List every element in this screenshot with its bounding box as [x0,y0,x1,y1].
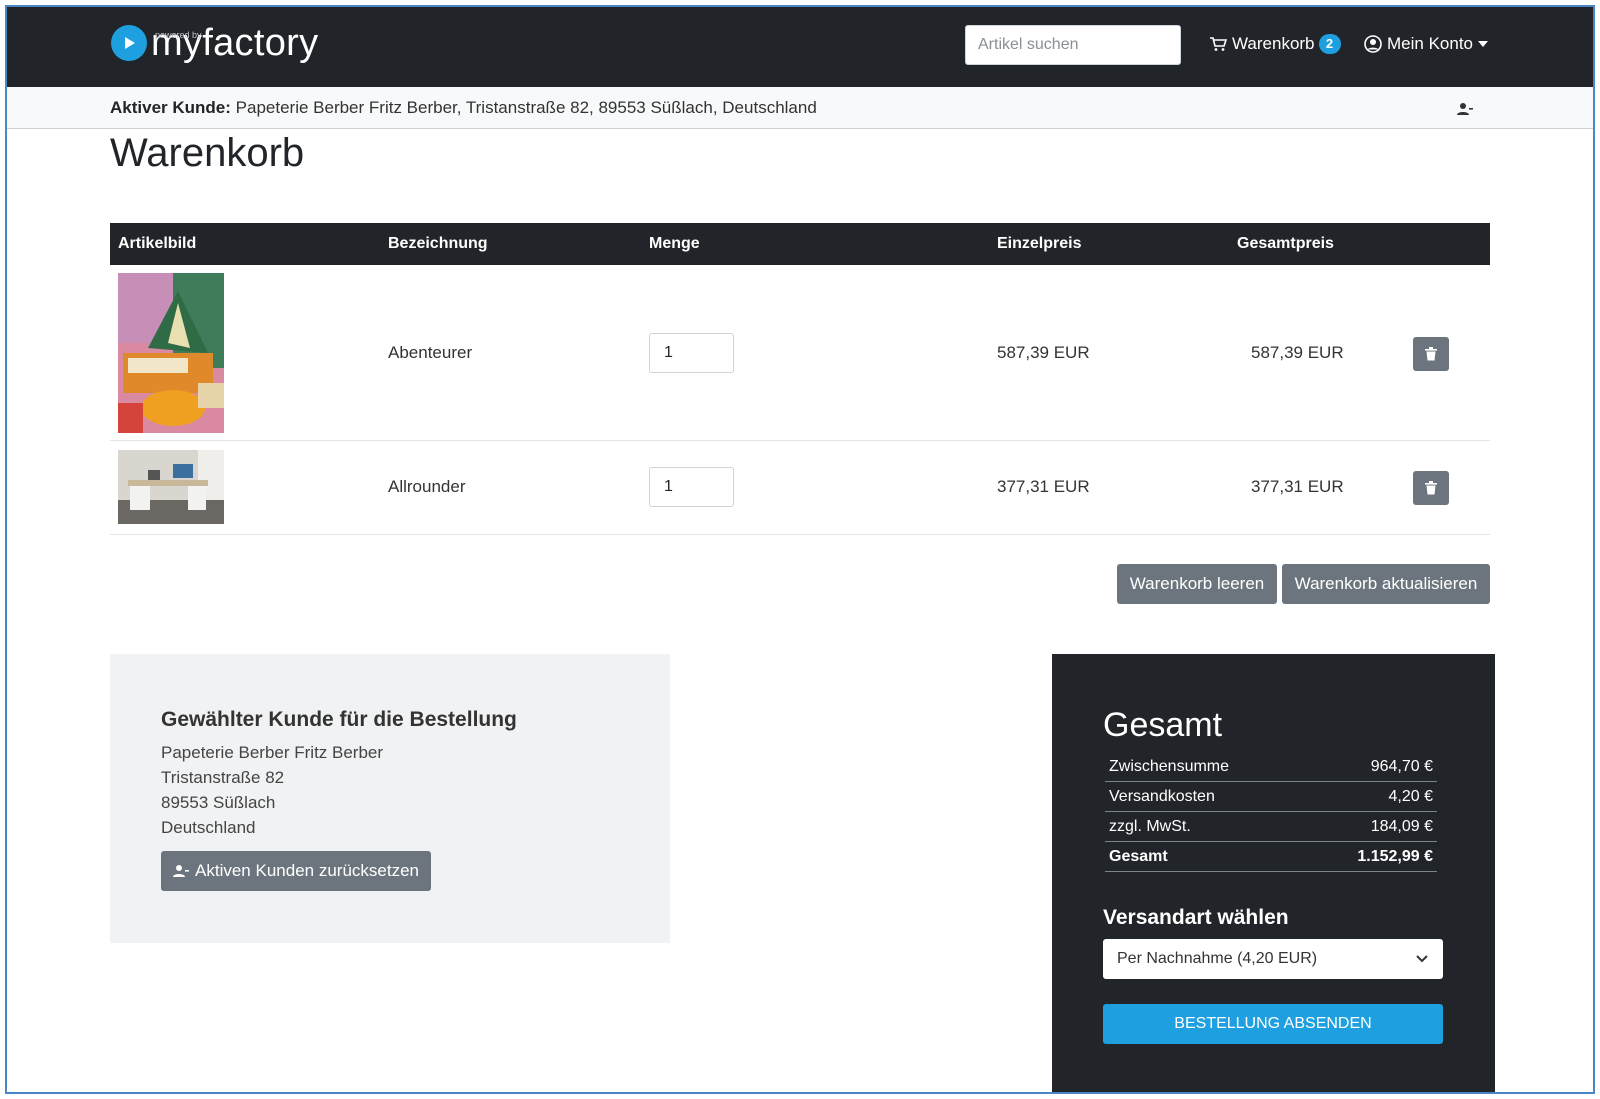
delete-item-button[interactable] [1413,471,1449,505]
product-name: Allrounder [388,477,466,496]
order-total-panel: Gesamt Zwischensumme 964,70 € Versandkos… [1052,654,1495,1092]
play-icon [111,25,147,61]
unit-price: 587,39 EUR [997,343,1090,362]
subtotal-label: Zwischensumme [1109,757,1230,775]
chevron-down-icon [1415,954,1429,964]
submit-order-button[interactable]: BESTELLUNG ABSENDEN [1103,1004,1443,1044]
app-frame: powered by myfactory Warenkorb 2 Mein Ko… [5,5,1595,1094]
cart-label: Warenkorb [1232,34,1315,53]
brand-logo[interactable]: powered by myfactory [111,23,318,63]
unit-price: 377,31 EUR [997,477,1090,496]
shipping-method-heading: Versandart wählen [1103,906,1289,929]
page-title: Warenkorb [110,131,305,175]
reset-active-customer-button[interactable]: Aktiven Kunden zurücksetzen [161,851,431,891]
shipping-method-select[interactable]: Per Nachnahme (4,20 EUR) [1103,939,1443,979]
total-heading: Gesamt [1103,706,1223,744]
customer-country: Deutschland [161,818,256,837]
clear-cart-button[interactable]: Warenkorb leeren [1117,564,1277,604]
reset-active-customer-label: Aktiven Kunden zurücksetzen [195,861,419,880]
customer-name: Papeterie Berber Fritz Berber [161,743,384,762]
column-header-image: Artikelbild [118,235,197,252]
chevron-down-icon [1478,41,1488,47]
column-header-name: Bezeichnung [388,235,488,252]
vat-row: zzgl. MwSt. 184,09 € [1105,812,1437,842]
cart-count-badge: 2 [1318,34,1341,54]
cart-table-header: Artikelbild Bezeichnung Menge Einzelprei… [110,223,1490,265]
brand-name: powered by myfactory [151,23,318,63]
shipping-cost-row: Versandkosten 4,20 € [1105,782,1437,812]
customer-city: 89553 Süßlach [161,793,276,812]
top-navbar: powered by myfactory Warenkorb 2 Mein Ko… [7,7,1593,87]
active-customer-value: Papeterie Berber Fritz Berber, Tristanst… [235,98,817,117]
cart-icon [1209,36,1227,52]
column-header-unit-price: Einzelpreis [997,235,1082,252]
quantity-input[interactable] [649,333,734,373]
account-label: Mein Konto [1387,34,1473,53]
column-header-total-price: Gesamtpreis [1237,235,1334,252]
active-customer-text: Aktiver Kunde: Papeterie Berber Fritz Be… [110,98,817,118]
delete-item-button[interactable] [1413,337,1449,371]
user-circle-icon [1364,35,1382,53]
selected-customer-heading: Gewählter Kunde für die Bestellung [161,708,517,731]
shipping-method-value: Per Nachnahme (4,20 EUR) [1117,950,1318,967]
trash-icon [1425,481,1437,495]
grand-total-label: Gesamt [1109,847,1168,865]
vat-value: 184,09 € [1370,817,1433,835]
product-name: Abenteurer [388,343,473,362]
trash-icon [1425,347,1437,361]
user-reset-icon[interactable] [1457,101,1473,121]
shipping-cost-label: Versandkosten [1109,787,1215,805]
update-cart-button[interactable]: Warenkorb aktualisieren [1282,564,1490,604]
total-price: 377,31 EUR [1251,477,1344,496]
brand-powered-by: powered by [155,30,202,40]
user-reset-icon [173,864,190,878]
account-menu[interactable]: Mein Konto [1364,34,1488,54]
grand-total-row: Gesamt 1.152,99 € [1105,842,1437,872]
total-price: 587,39 EUR [1251,343,1344,362]
nav-cart-link[interactable]: Warenkorb 2 [1209,34,1341,54]
grand-total-value: 1.152,99 € [1357,847,1433,865]
vat-label: zzgl. MwSt. [1109,817,1191,835]
product-image-abenteurer [118,273,224,433]
table-row: Abenteurer 587,39 EUR 587,39 EUR [110,265,1490,441]
subtotal-row: Zwischensumme 964,70 € [1105,752,1437,782]
quantity-input[interactable] [649,467,734,507]
active-customer-bar: Aktiver Kunde: Papeterie Berber Fritz Be… [7,87,1593,129]
shipping-cost-value: 4,20 € [1388,787,1433,805]
table-row: Allrounder 377,31 EUR 377,31 EUR [110,441,1490,535]
customer-street: Tristanstraße 82 [161,768,285,787]
selected-customer-panel: Gewählter Kunde für die Bestellung Papet… [110,654,670,943]
subtotal-value: 964,70 € [1370,757,1433,775]
active-customer-label: Aktiver Kunde: [110,98,231,117]
search-input[interactable] [965,25,1181,65]
product-image-allrounder [118,450,224,524]
column-header-qty: Menge [649,235,700,252]
